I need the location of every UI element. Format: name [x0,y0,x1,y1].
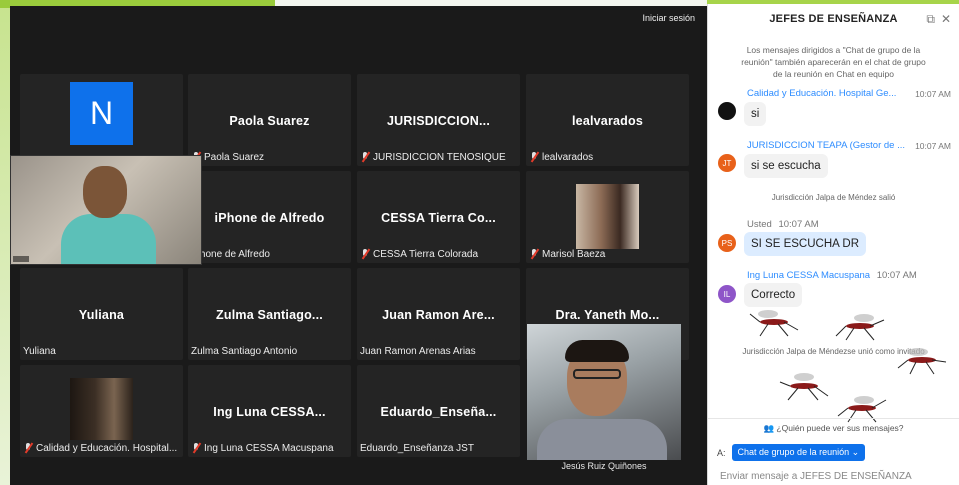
recipient-row: A: Chat de grupo de la reunión ⌄ [717,444,866,461]
mic-muted-icon [360,151,370,163]
mosquito-icon [835,314,885,341]
participant-name: Paola Suarez [229,114,310,128]
participant-name: Eduardo_Enseña... [380,405,497,419]
mic-muted-icon [360,248,370,260]
participant-video [70,378,133,440]
recipient-label: A: [717,447,726,458]
message-sender: Ing Luna CESSA Macuspana [747,270,871,281]
participant-name: iPhone de Alfredo [214,211,325,225]
message-sender: Calidad y Educación. Hospital Ge... [747,88,897,99]
recipient-select[interactable]: Chat de grupo de la reunión ⌄ [731,444,866,461]
participant-name: Zulma Santiago... [216,308,323,322]
mic-muted-icon [191,442,201,454]
participant-name: Yuliana [78,308,125,322]
people-icon: 👥 [763,423,775,433]
participant-label: Yuliana [23,346,56,357]
mic-muted-icon [529,248,539,260]
participant-label: Paola Suarez [204,151,265,163]
mosquito-icon [749,310,799,337]
avatar: IL [718,285,736,303]
participant-name: CESSA Tierra Co... [381,211,496,225]
chat-title: JEFES DE ENSEÑANZA [769,13,898,25]
participant-tile[interactable]: Yuliana Yuliana [20,268,183,360]
background-side-strip [0,0,10,485]
participant-video [576,184,639,249]
participant-label: Juan Ramon Arenas Arias [360,346,476,357]
chat-panel: JEFES DE ENSEÑANZA ⧉ ✕ Los mensajes diri… [707,4,959,485]
participant-tile[interactable]: JURISDICCION... JURISDICCION TENOSIQUE [357,74,520,166]
participant-label: iPhone de Alfredo [191,249,270,260]
participant-label: Calidad y Educación. Hospital... [36,442,178,454]
chevron-down-icon: ⌄ [851,447,860,457]
participant-tile[interactable]: Zulma Santiago... Zulma Santiago Antonio [188,268,351,360]
participant-name: Dra. Yaneth Mo... [555,308,660,322]
avatar: PS [718,234,736,252]
participant-tile[interactable]: CESSA Tierra Co... CESSA Tierra Colorada [357,171,520,263]
participant-tile[interactable]: Paola Suarez Paola Suarez [188,74,351,166]
participant-label: Zulma Santiago Antonio [191,346,298,357]
participant-label: Ing Luna CESSA Macuspana [204,442,334,454]
participant-tile[interactable]: Eduardo_Enseña... Eduardo_Enseñanza JST [357,365,520,457]
participant-tile[interactable]: Juan Ramon Are... Juan Ramon Arenas Aria… [357,268,520,360]
pinned-video[interactable] [527,324,681,460]
pinned-video-name: Jesús Ruiz Quiñones [561,461,647,471]
participant-label: Marisol Baeza [542,248,606,260]
message-time: 10:07 AM [915,89,951,99]
popout-icon[interactable]: ⧉ [926,12,935,27]
message-sender: JURISDICCION TEAPA (Gestor de ... [747,140,906,151]
avatar: N [70,82,133,145]
chat-notice: Los mensajes dirigidos a "Chat de grupo … [741,45,926,79]
participant-label: lealvarados [542,151,594,163]
message-sender: Usted [747,219,772,230]
mosquito-icon [779,373,829,401]
close-icon[interactable]: ✕ [941,12,951,26]
participant-tile[interactable]: N [20,74,183,166]
participant-label: Eduardo_Enseñanza JST [360,443,474,454]
mic-muted-icon [529,151,539,163]
speaker-video[interactable] [10,155,202,265]
message-bubble: si se escucha [744,154,828,178]
mosquito-icon [897,348,947,375]
participant-tile[interactable]: iPhone de Alfredo iPhone de Alfredo [188,171,351,263]
message-time: 10:07 AM [778,219,819,230]
participant-name: Juan Ramon Are... [382,308,495,322]
message-time: 10:07 AM [876,270,917,281]
message-bubble: si [744,102,767,126]
avatar: JT [718,154,736,172]
participant-name: JURISDICCION... [386,114,490,128]
participant-label: CESSA Tierra Colorada [373,248,479,260]
chat-header: JEFES DE ENSEÑANZA [708,4,959,34]
participant-tile[interactable]: Marisol Baeza [526,171,689,263]
participant-name: Ing Luna CESSA... [213,405,326,419]
signin-link[interactable]: Iniciar sesión [642,13,695,23]
message-time: 10:07 AM [915,141,951,151]
message-bubble: SI SE ESCUCHA DR [744,232,866,256]
participant-tile[interactable]: Ing Luna CESSA... Ing Luna CESSA Macuspa… [188,365,351,457]
participant-name: lealvarados [572,114,643,128]
who-can-see-link[interactable]: 👥 ¿Quién puede ver sus mensajes? [708,418,959,434]
participant-label: JURISDICCION TENOSIQUE [373,151,506,163]
participant-tile[interactable]: Calidad y Educación. Hospital... [20,365,183,457]
participant-tile[interactable]: lealvarados lealvarados [526,74,689,166]
message-input[interactable]: Enviar mensaje a JEFES DE ENSEÑANZA [720,471,912,482]
avatar [718,102,736,120]
system-message: Jurisdicción Jalpa de Méndez salió [771,193,896,202]
mic-muted-icon [23,442,33,454]
